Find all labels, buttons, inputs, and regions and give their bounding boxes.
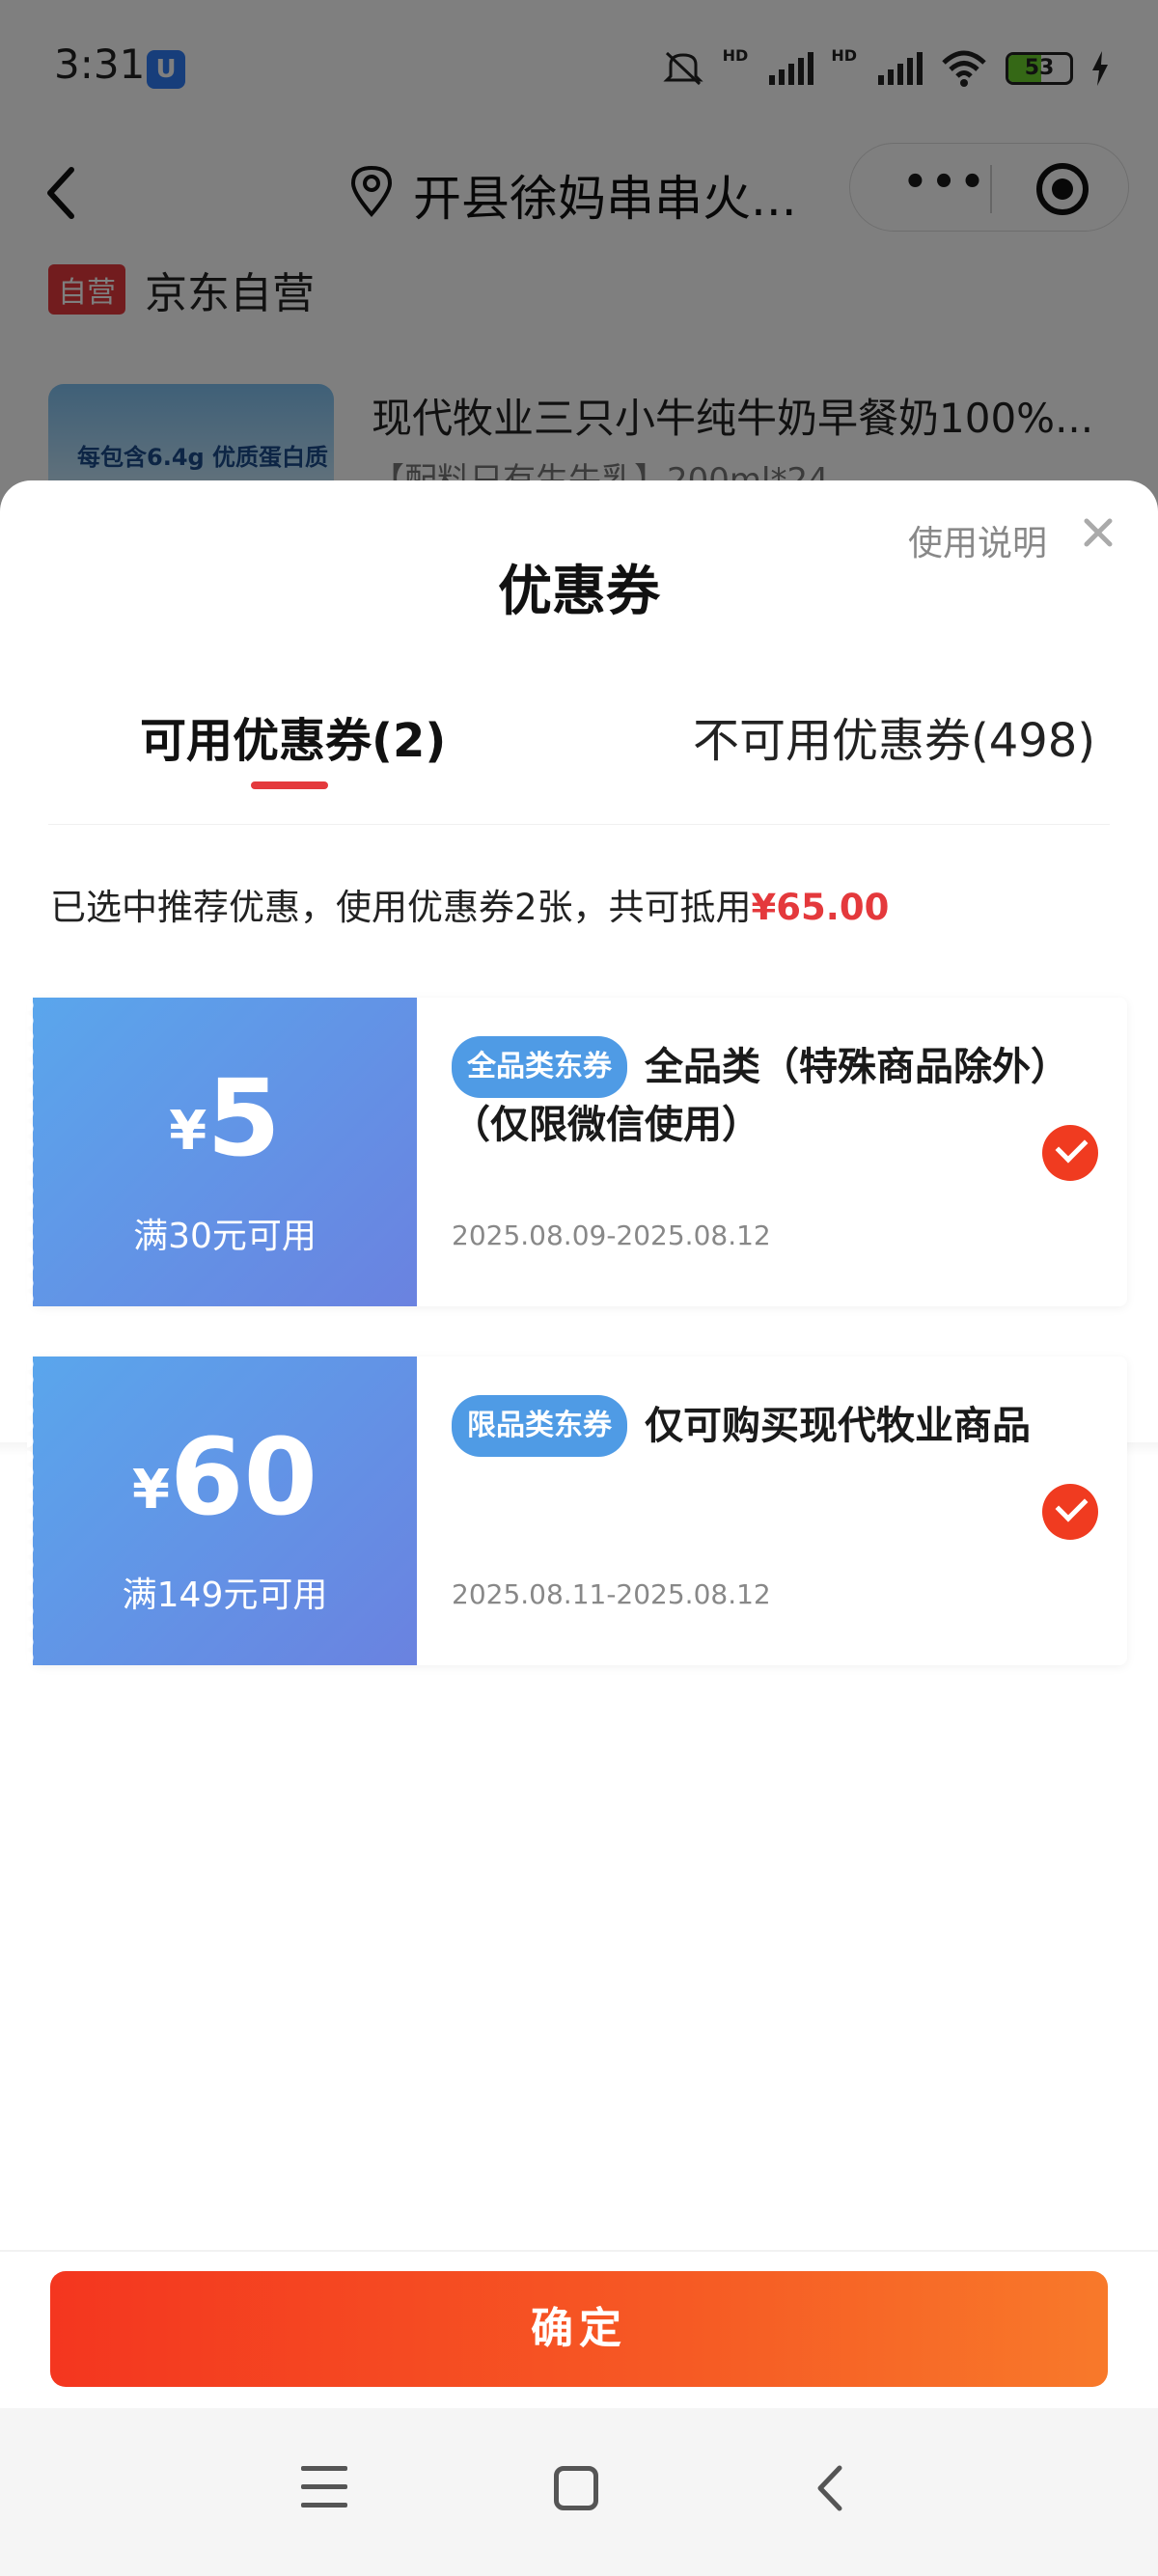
coupon-amount-value: 60 [169,1415,318,1539]
coupon-card[interactable]: ¥5 满30元可用 全品类东券 全品类（特殊商品除外）（仅限微信使用） 2025.… [27,998,1127,1306]
summary-amount: ¥65.00 [751,887,890,928]
coupon-sheet: 使用说明 优惠券 可用优惠券(2) 不可用优惠券(498) 已选中推荐优惠，使用… [0,480,1158,2408]
tabs-divider [48,824,1110,825]
checkmark-icon[interactable] [1042,1125,1098,1181]
recent-apps-icon[interactable] [301,2466,347,2508]
coupon-card[interactable]: ¥60 满149元可用 限品类东券 仅可购买现代牧业商品 2025.08.11-2… [27,1357,1127,1665]
coupon-validity-date: 2025.08.11-2025.08.12 [452,1578,771,1610]
summary-text: 已选中推荐优惠，使用优惠券2张，共可抵用 [50,887,752,928]
system-back-icon[interactable] [811,2462,849,2514]
coupon-name: 限品类东券 仅可购买现代牧业商品 [452,1395,1031,1457]
coupon-value-panel: ¥5 满30元可用 [27,998,417,1306]
coupon-amount-value: 5 [207,1056,281,1180]
confirm-button[interactable]: 确定 [50,2271,1108,2387]
coupon-value-panel: ¥60 满149元可用 [27,1357,417,1665]
coupon-name-text: 仅可购买现代牧业商品 [645,1404,1031,1448]
active-tab-indicator [251,781,328,789]
selection-summary: 已选中推荐优惠，使用优惠券2张，共可抵用¥65.00 [50,878,889,930]
coupon-amount: ¥60 [33,1424,417,1530]
coupon-amount: ¥5 [33,1065,417,1171]
system-nav-bar [0,2408,1158,2576]
coupon-type-tag: 限品类东券 [452,1395,627,1457]
tab-unavailable[interactable]: 不可用优惠券(498) [693,702,1095,770]
coupon-tabs: 可用优惠券(2) 不可用优惠券(498) [0,702,1158,818]
footer-divider [0,2250,1158,2252]
coupon-condition: 满30元可用 [133,1217,317,1256]
coupon-name: 全品类东券 全品类（特殊商品除外）（仅限微信使用） [452,1036,1050,1147]
checkmark-icon[interactable] [1042,1484,1098,1540]
close-icon[interactable] [1079,513,1117,552]
coupon-info: 全品类东券 全品类（特殊商品除外）（仅限微信使用） [452,1036,1050,1152]
coupon-type-tag: 全品类东券 [452,1036,627,1098]
coupon-info: 限品类东券 仅可购买现代牧业商品 [452,1395,1050,1457]
coupon-condition: 满149元可用 [122,1576,328,1615]
tab-available[interactable]: 可用优惠券(2) [140,702,446,770]
coupon-validity-date: 2025.08.09-2025.08.12 [452,1219,771,1251]
home-icon[interactable] [554,2466,598,2510]
currency-symbol: ¥ [131,1459,170,1521]
currency-symbol: ¥ [169,1100,207,1163]
sheet-title: 优惠券 [498,561,660,623]
